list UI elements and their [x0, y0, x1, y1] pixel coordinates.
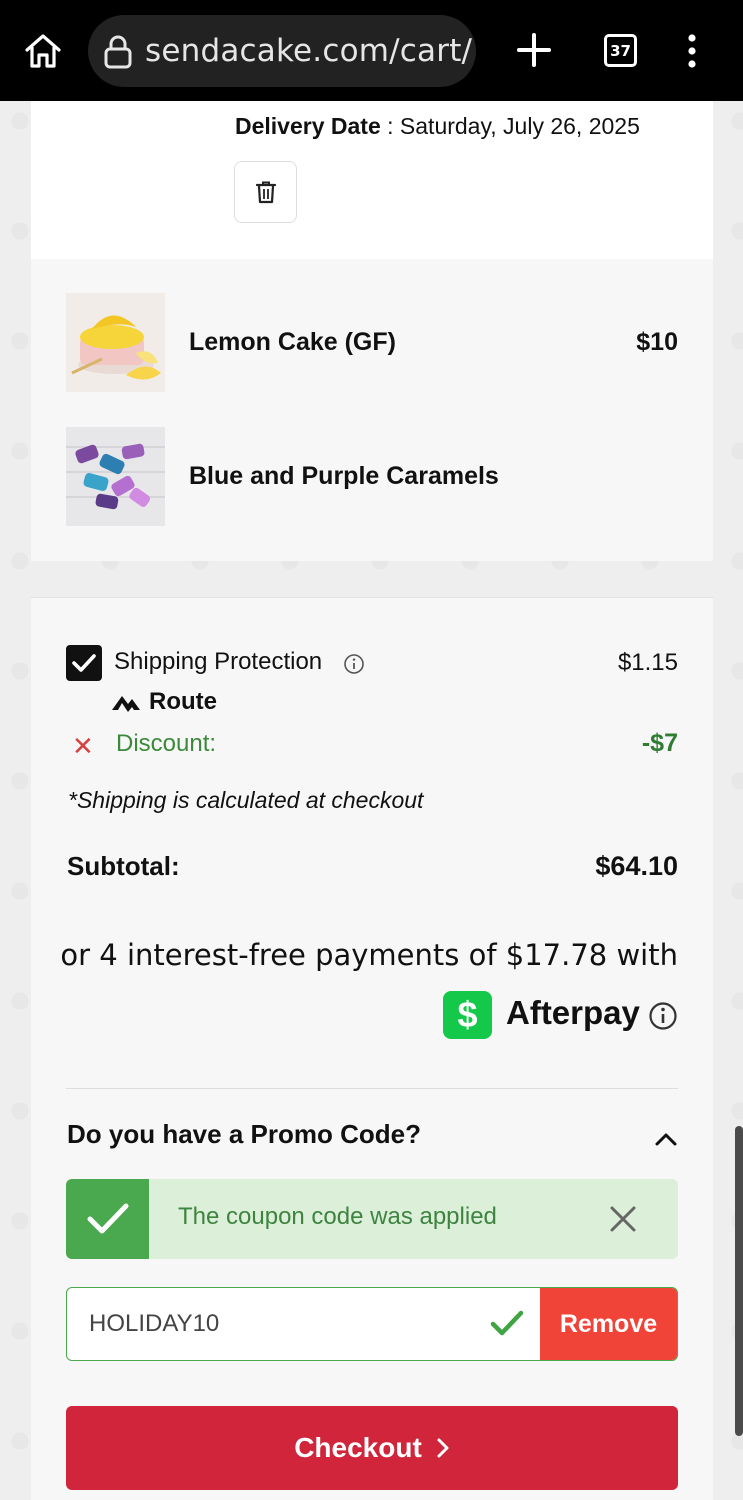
chevron-right-icon [437, 1438, 449, 1458]
lock-icon [104, 35, 132, 69]
shipping-protection-checkbox[interactable] [66, 645, 102, 681]
shipping-protection-label: Shipping Protection [114, 648, 323, 675]
checkout-button[interactable]: Checkout [66, 1406, 678, 1490]
lemon-cake-image [66, 293, 165, 392]
checkout-label: Checkout [294, 1432, 422, 1463]
valid-check-icon [490, 1310, 524, 1336]
check-icon [87, 1203, 128, 1234]
info-icon[interactable] [343, 653, 365, 675]
trash-icon [255, 181, 276, 204]
discount-label: Discount: [116, 730, 217, 757]
scrollbar-thumb[interactable] [735, 1126, 743, 1436]
afterpay-installments-text: or 4 interest-free payments of $17.78 wi… [60, 938, 678, 972]
item-name: Blue and Purple Caramels [189, 462, 499, 490]
discount-value: -$7 [641, 729, 678, 757]
home-icon[interactable] [22, 30, 64, 72]
remove-discount-icon[interactable]: ✕ [72, 731, 94, 762]
divider [66, 1088, 678, 1089]
item-name: Lemon Cake (GF) [189, 328, 396, 356]
afterpay-brand: Afterpay [506, 994, 640, 1031]
delete-order-button[interactable] [234, 161, 297, 223]
shipping-protection-price: $1.15 [617, 649, 678, 676]
success-message: The coupon code was applied [178, 1203, 497, 1230]
cart-item[interactable]: Lemon Cake (GF) $10 [66, 293, 678, 393]
delivery-date-label: Delivery Date [235, 113, 381, 139]
subtotal-label: Subtotal: [67, 851, 180, 881]
checkmark-icon [72, 654, 96, 672]
caramels-image [66, 427, 165, 526]
success-tile [66, 1179, 149, 1259]
address-bar[interactable]: sendacake.com/cart/ [88, 15, 476, 87]
promo-code-toggle-label[interactable]: Do you have a Promo Code? [67, 1119, 421, 1150]
close-icon[interactable] [609, 1205, 637, 1233]
delivery-date-separator: : [387, 113, 400, 139]
promo-code-input[interactable] [67, 1288, 542, 1360]
route-logo-icon [112, 696, 140, 712]
afterpay-info-icon[interactable] [648, 1001, 678, 1031]
browser-toolbar: sendacake.com/cart/ 37 [0, 0, 743, 101]
delivery-date: Delivery Date : Saturday, July 26, 2025 [235, 113, 640, 140]
chevron-up-icon[interactable] [654, 1131, 678, 1147]
url-text: sendacake.com/cart/ [145, 33, 473, 69]
tab-switcher-button[interactable]: 37 [604, 34, 637, 67]
shipping-note: *Shipping is calculated at checkout [68, 787, 424, 813]
afterpay-icon: $ [443, 991, 492, 1039]
remove-coupon-button[interactable]: Remove [540, 1288, 677, 1360]
route-label: Route [149, 688, 217, 715]
item-price: $10 [636, 328, 678, 356]
coupon-success-alert: The coupon code was applied [66, 1179, 678, 1259]
overflow-menu-icon[interactable] [684, 33, 700, 69]
promo-code-field: Remove [66, 1287, 678, 1361]
cart-items: Lemon Cake (GF) $10 Blue and Purple Cara… [31, 259, 713, 561]
new-tab-icon[interactable] [514, 30, 554, 70]
cart-item[interactable]: Blue and Purple Caramels [66, 427, 678, 527]
delivery-date-value: Saturday, July 26, 2025 [399, 113, 640, 139]
subtotal-value: $64.10 [595, 851, 678, 881]
